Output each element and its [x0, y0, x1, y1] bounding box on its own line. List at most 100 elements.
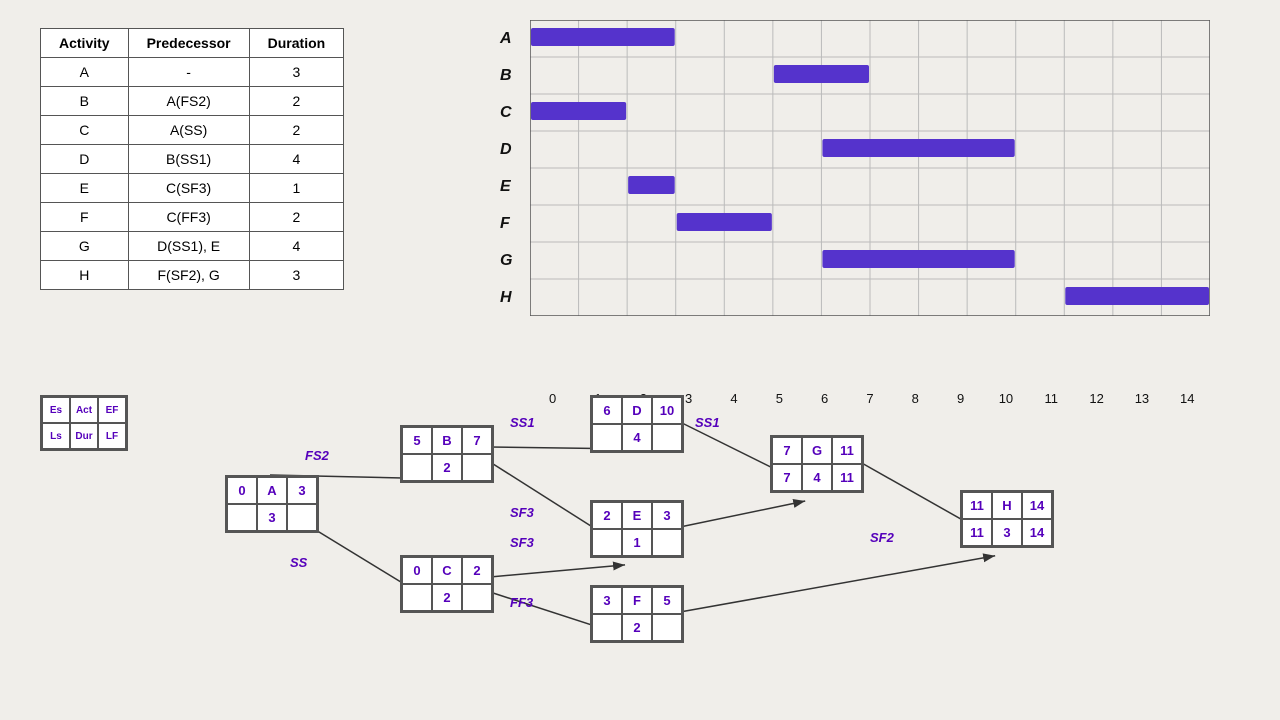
table-cell-1-1: A(FS2) — [128, 87, 249, 116]
node-cell-H-4: 3 — [992, 519, 1022, 546]
col-header-predecessor: Predecessor — [128, 29, 249, 58]
node-cell-H-3: 11 — [962, 519, 992, 546]
node-cell-C-4: 2 — [432, 584, 462, 611]
node-cell-H-5: 14 — [1022, 519, 1052, 546]
node-B: 5B72 — [400, 425, 494, 483]
gantt-y-labels: ABCDEFGH — [500, 20, 512, 316]
gantt-chart-section: ABCDEFGH 01234567891011121314 — [490, 20, 1250, 380]
node-cell-B-4: 2 — [432, 454, 462, 481]
arrow-label-2: SS1 — [510, 415, 535, 430]
gantt-x-label-0: 0 — [530, 391, 575, 406]
gantt-x-labels: 01234567891011121314 — [530, 391, 1210, 406]
node-cell-G-3: 7 — [772, 464, 802, 491]
table-cell-7-1: F(SF2), G — [128, 261, 249, 290]
node-cell-E-2: 3 — [652, 502, 682, 529]
table-cell-6-2: 4 — [249, 232, 344, 261]
gantt-x-label-14: 14 — [1165, 391, 1210, 406]
node-cell-E-4: 1 — [622, 529, 652, 556]
node-cell-F-3 — [592, 614, 622, 641]
gantt-x-label-5: 5 — [757, 391, 802, 406]
node-cell-C-0: 0 — [402, 557, 432, 584]
table-row: FC(FF3)2 — [41, 203, 344, 232]
arrow-label-0: FS2 — [305, 448, 329, 463]
gantt-x-label-10: 10 — [983, 391, 1028, 406]
gantt-container: ABCDEFGH 01234567891011121314 — [530, 20, 1210, 380]
col-header-activity: Activity — [41, 29, 129, 58]
table-cell-7-2: 3 — [249, 261, 344, 290]
gantt-x-label-6: 6 — [802, 391, 847, 406]
node-cell-H-2: 14 — [1022, 492, 1052, 519]
table-row: A-3 — [41, 58, 344, 87]
node-C: 0C22 — [400, 555, 494, 613]
gantt-y-label-G: G — [500, 242, 512, 279]
gantt-x-label-13: 13 — [1119, 391, 1164, 406]
table-row: EC(SF3)1 — [41, 174, 344, 203]
table-cell-6-0: G — [41, 232, 129, 261]
gantt-y-label-A: A — [500, 20, 512, 57]
table-cell-0-1: - — [128, 58, 249, 87]
network-diagram: 0A335B726D1042E317G1174110C223F5211H1411… — [30, 390, 1270, 710]
node-cell-C-2: 2 — [462, 557, 492, 584]
table-cell-5-2: 2 — [249, 203, 344, 232]
activity-table-section: Activity Predecessor Duration A-3BA(FS2)… — [40, 28, 344, 290]
gantt-x-label-11: 11 — [1029, 391, 1074, 406]
gantt-x-label-9: 9 — [938, 391, 983, 406]
node-cell-C-1: C — [432, 557, 462, 584]
node-cell-B-2: 7 — [462, 427, 492, 454]
arrow-label-4: SF3 — [510, 535, 534, 550]
node-cell-B-1: B — [432, 427, 462, 454]
node-cell-G-5: 11 — [832, 464, 862, 491]
node-H: 11H1411314 — [960, 490, 1054, 548]
node-cell-D-4: 4 — [622, 424, 652, 451]
node-cell-E-1: E — [622, 502, 652, 529]
gantt-y-label-F: F — [500, 205, 512, 242]
node-cell-F-1: F — [622, 587, 652, 614]
gantt-y-label-E: E — [500, 168, 512, 205]
gantt-x-label-12: 12 — [1074, 391, 1119, 406]
legend-cell-0: Es — [42, 397, 70, 423]
table-cell-6-1: D(SS1), E — [128, 232, 249, 261]
arrow-label-5: FF3 — [510, 595, 533, 610]
node-cell-H-1: H — [992, 492, 1022, 519]
node-cell-B-0: 5 — [402, 427, 432, 454]
node-F: 3F52 — [590, 585, 684, 643]
table-cell-4-0: E — [41, 174, 129, 203]
col-header-duration: Duration — [249, 29, 344, 58]
node-cell-A-3 — [227, 504, 257, 531]
node-cell-F-0: 3 — [592, 587, 622, 614]
node-cell-G-0: 7 — [772, 437, 802, 464]
gantt-y-label-D: D — [500, 131, 512, 168]
node-cell-F-5 — [652, 614, 682, 641]
node-cell-B-5 — [462, 454, 492, 481]
gantt-y-label-C: C — [500, 94, 512, 131]
table-cell-2-1: A(SS) — [128, 116, 249, 145]
table-cell-1-0: B — [41, 87, 129, 116]
table-row: CA(SS)2 — [41, 116, 344, 145]
node-cell-D-3 — [592, 424, 622, 451]
table-cell-3-0: D — [41, 145, 129, 174]
arrow-label-3: SF3 — [510, 505, 534, 520]
legend-cell-1: Act — [70, 397, 98, 423]
legend-cell-5: LF — [98, 423, 126, 449]
node-cell-A-1: A — [257, 477, 287, 504]
node-cell-E-3 — [592, 529, 622, 556]
node-cell-C-5 — [462, 584, 492, 611]
legend-cell-4: Dur — [70, 423, 98, 449]
table-cell-4-1: C(SF3) — [128, 174, 249, 203]
table-row: HF(SF2), G3 — [41, 261, 344, 290]
network-arrows-svg — [30, 390, 1270, 710]
gantt-y-label-H: H — [500, 279, 512, 316]
arrow-label-7: SF2 — [870, 530, 894, 545]
node-cell-C-3 — [402, 584, 432, 611]
arrow-label-6: SS1 — [695, 415, 720, 430]
node-cell-A-5 — [287, 504, 317, 531]
legend-box: EsActEFLsDurLF — [40, 395, 128, 451]
node-cell-F-4: 2 — [622, 614, 652, 641]
node-cell-D-5 — [652, 424, 682, 451]
table-cell-7-0: H — [41, 261, 129, 290]
node-cell-E-0: 2 — [592, 502, 622, 529]
node-cell-A-0: 0 — [227, 477, 257, 504]
table-cell-5-0: F — [41, 203, 129, 232]
gantt-grid-svg — [530, 20, 1210, 316]
node-cell-B-3 — [402, 454, 432, 481]
